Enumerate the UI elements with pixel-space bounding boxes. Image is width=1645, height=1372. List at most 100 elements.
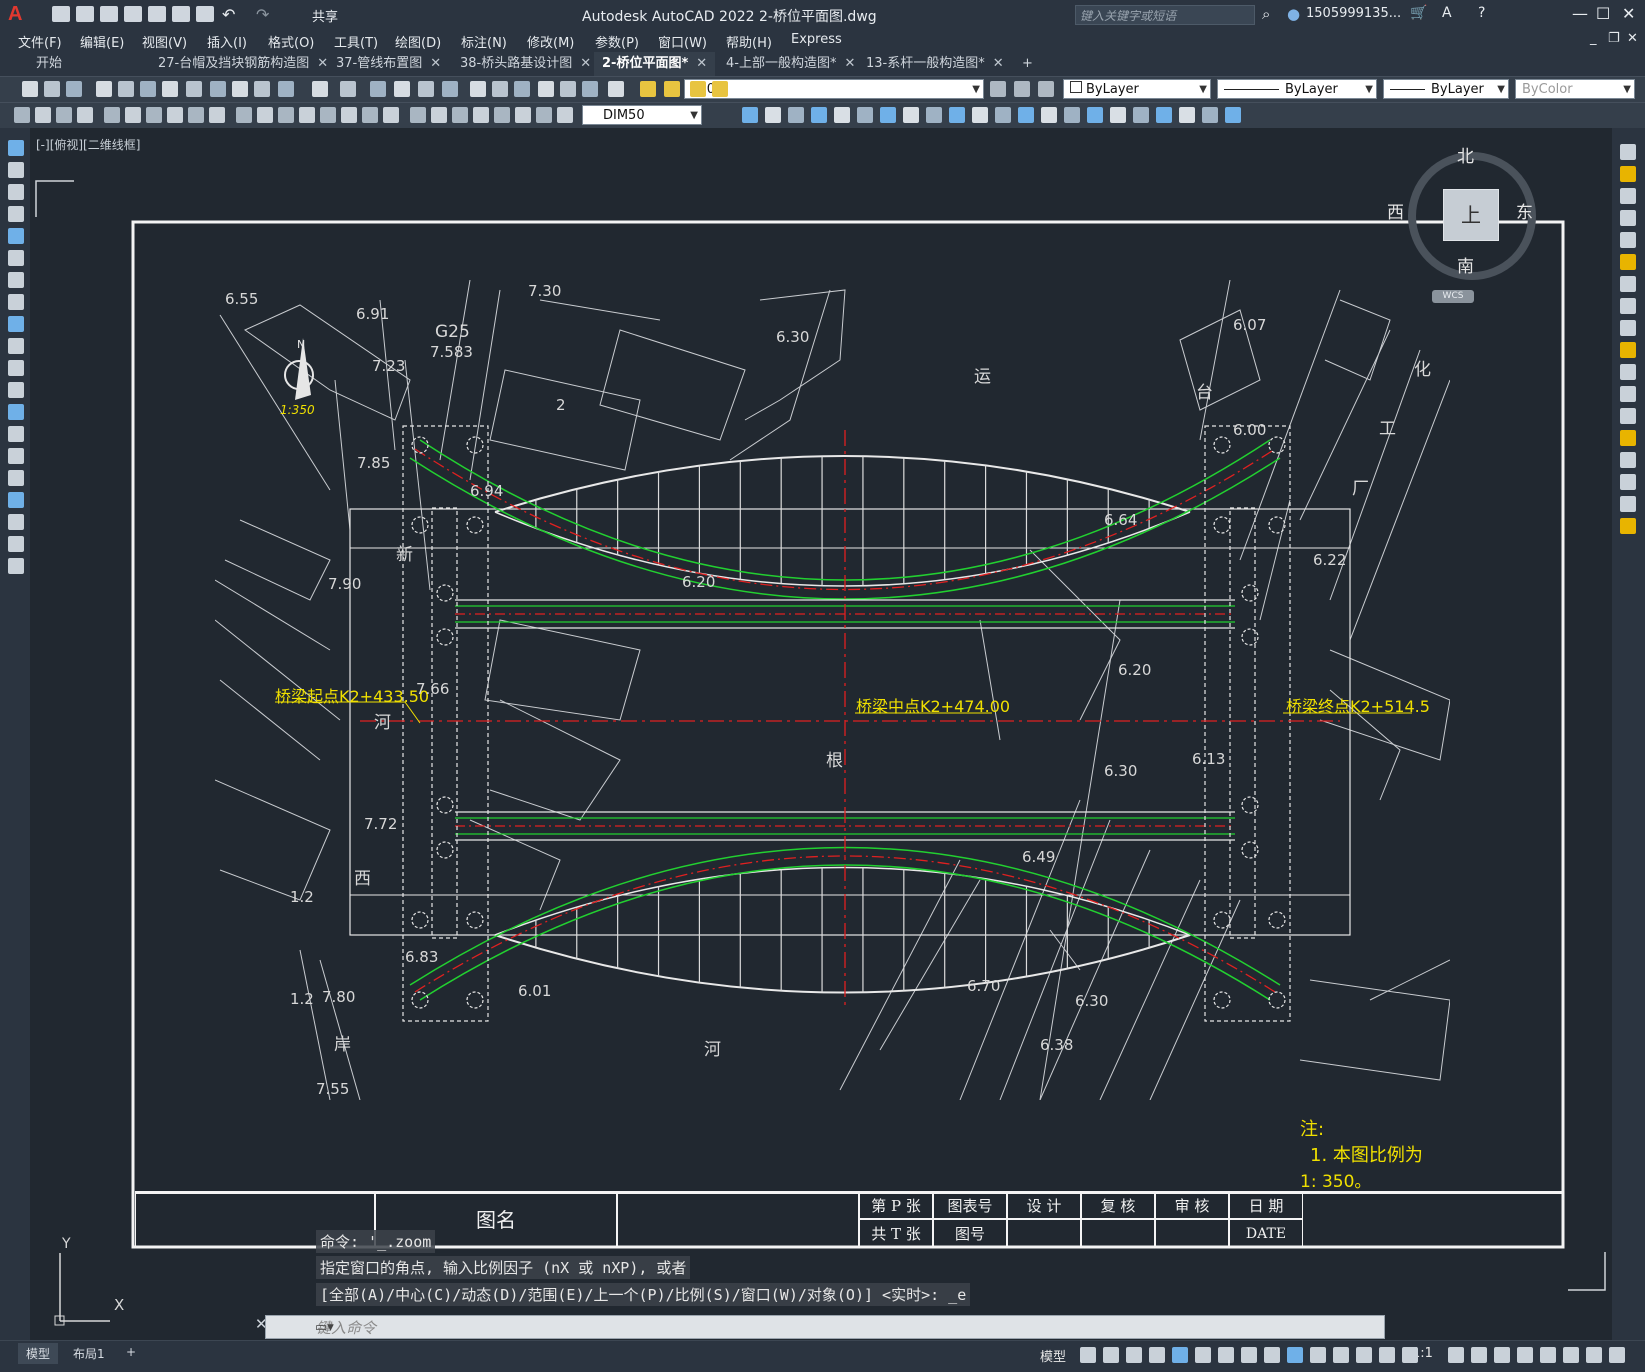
dimension-tool-icon[interactable] (56, 107, 72, 123)
dimension-tool-icon[interactable] (557, 107, 573, 123)
dimension-tool-icon[interactable] (320, 107, 336, 123)
maximize-button[interactable]: ☐ (1596, 4, 1610, 23)
standard-tool-icon[interactable] (370, 81, 386, 97)
new-icon[interactable] (52, 6, 70, 22)
tab-model[interactable]: 模型 (18, 1343, 59, 1364)
tab-file[interactable]: 4-上部一般构造图* ✕ (718, 52, 863, 76)
modify-palette-icon[interactable] (1620, 276, 1636, 292)
status-toggle-icon[interactable] (1241, 1347, 1257, 1363)
standard-tool-icon[interactable] (44, 81, 60, 97)
modify-palette-icon[interactable] (1620, 320, 1636, 336)
modify-tool-icon[interactable] (788, 107, 804, 123)
close-tab-icon[interactable]: ✕ (696, 56, 707, 71)
print-icon[interactable] (196, 6, 214, 22)
modify-tool-icon[interactable] (903, 107, 919, 123)
search-input[interactable]: 键入关键字或短语 (1075, 5, 1255, 25)
modify-palette-icon[interactable] (1620, 474, 1636, 490)
dimension-tool-icon[interactable] (257, 107, 273, 123)
status-toggle-icon[interactable] (1333, 1347, 1349, 1363)
dimension-tool-icon[interactable] (14, 107, 30, 123)
doc-restore-icon[interactable]: ❐ (1608, 31, 1620, 46)
draw-tool-icon[interactable] (8, 382, 24, 398)
layer-state-icon[interactable] (990, 81, 1006, 97)
dimension-tool-icon[interactable] (473, 107, 489, 123)
viewcube-west[interactable]: 西 (1387, 198, 1404, 223)
share-button[interactable]: 共享 (312, 6, 338, 25)
dimension-tool-icon[interactable] (125, 107, 141, 123)
cart-icon[interactable]: 🛒 (1410, 5, 1427, 21)
status-toggle-icon[interactable] (1356, 1347, 1372, 1363)
status-toggle-icon[interactable] (1609, 1347, 1625, 1363)
modify-palette-icon[interactable] (1620, 496, 1636, 512)
modify-tool-icon[interactable] (834, 107, 850, 123)
draw-tool-icon[interactable] (8, 250, 24, 266)
viewcube-top-face[interactable]: 上 (1443, 189, 1499, 241)
add-layout-button[interactable]: + (118, 1343, 144, 1361)
modify-palette-icon[interactable] (1620, 408, 1636, 424)
dimension-tool-icon[interactable] (431, 107, 447, 123)
dimension-tool-icon[interactable] (536, 107, 552, 123)
modify-palette-icon[interactable] (1620, 166, 1636, 182)
modify-palette-icon[interactable] (1620, 254, 1636, 270)
draw-tool-icon[interactable] (8, 426, 24, 442)
status-toggle-icon[interactable] (1103, 1347, 1119, 1363)
modify-palette-icon[interactable] (1620, 298, 1636, 314)
close-tab-icon[interactable]: ✕ (844, 56, 855, 71)
web-mobile-icon[interactable] (148, 6, 166, 22)
modify-tool-icon[interactable] (880, 107, 896, 123)
close-tab-icon[interactable]: ✕ (993, 56, 1004, 71)
close-tab-icon[interactable]: ✕ (430, 56, 441, 71)
status-toggle-icon[interactable] (1494, 1347, 1510, 1363)
status-toggle-icon[interactable] (1149, 1347, 1165, 1363)
status-toggle-icon[interactable] (1540, 1347, 1556, 1363)
save-icon[interactable] (100, 6, 118, 22)
tab-active-file[interactable]: 2-桥位平面图* ✕ (594, 52, 716, 76)
modify-palette-icon[interactable] (1620, 364, 1636, 380)
status-toggle-icon[interactable] (1218, 1347, 1234, 1363)
status-toggle-icon[interactable] (1264, 1347, 1280, 1363)
modify-tool-icon[interactable] (949, 107, 965, 123)
command-prompt-icon[interactable]: ▭▾ (315, 1320, 334, 1335)
modify-tool-icon[interactable] (1133, 107, 1149, 123)
draw-tool-icon[interactable] (8, 294, 24, 310)
modify-tool-icon[interactable] (1110, 107, 1126, 123)
standard-tool-icon[interactable] (394, 81, 410, 97)
status-toggle-icon[interactable] (1517, 1347, 1533, 1363)
dimension-tool-icon[interactable] (35, 107, 51, 123)
menu-express[interactable]: Express (791, 32, 842, 47)
layer-tool-icon[interactable] (640, 81, 656, 97)
layer-tool-icon[interactable] (712, 81, 728, 97)
autodesk-account-icon[interactable]: A (1442, 5, 1452, 21)
modify-tool-icon[interactable] (1064, 107, 1080, 123)
standard-tool-icon[interactable] (186, 81, 202, 97)
dimension-tool-icon[interactable] (104, 107, 120, 123)
layer-tool-icon[interactable] (690, 81, 706, 97)
draw-tool-icon[interactable] (8, 316, 24, 332)
help-icon[interactable]: ? (1478, 5, 1485, 21)
menu-tools[interactable]: 工具(T) (334, 32, 378, 51)
modify-tool-icon[interactable] (1202, 107, 1218, 123)
modify-tool-icon[interactable] (1179, 107, 1195, 123)
modify-palette-icon[interactable] (1620, 386, 1636, 402)
draw-tool-icon[interactable] (8, 228, 24, 244)
dimension-tool-icon[interactable] (77, 107, 93, 123)
layer-state-icon[interactable] (1014, 81, 1030, 97)
draw-tool-icon[interactable] (8, 338, 24, 354)
status-toggle-icon[interactable] (1448, 1347, 1464, 1363)
tab-file[interactable]: 13-系杆一般构造图* ✕ (858, 52, 1012, 76)
doc-minimize-icon[interactable]: _ (1590, 31, 1597, 46)
modify-palette-icon[interactable] (1620, 144, 1636, 160)
modify-palette-icon[interactable] (1620, 452, 1636, 468)
dimension-tool-icon[interactable] (494, 107, 510, 123)
menu-window[interactable]: 窗口(W) (658, 32, 707, 51)
standard-tool-icon[interactable] (470, 81, 486, 97)
standard-tool-icon[interactable] (418, 81, 434, 97)
draw-tool-icon[interactable] (8, 536, 24, 552)
status-toggle-icon[interactable] (1126, 1347, 1142, 1363)
dimension-tool-icon[interactable] (515, 107, 531, 123)
dimension-tool-icon[interactable] (362, 107, 378, 123)
standard-tool-icon[interactable] (608, 81, 624, 97)
draw-tool-icon[interactable] (8, 184, 24, 200)
status-toggle-icon[interactable] (1310, 1347, 1326, 1363)
draw-tool-icon[interactable] (8, 360, 24, 376)
